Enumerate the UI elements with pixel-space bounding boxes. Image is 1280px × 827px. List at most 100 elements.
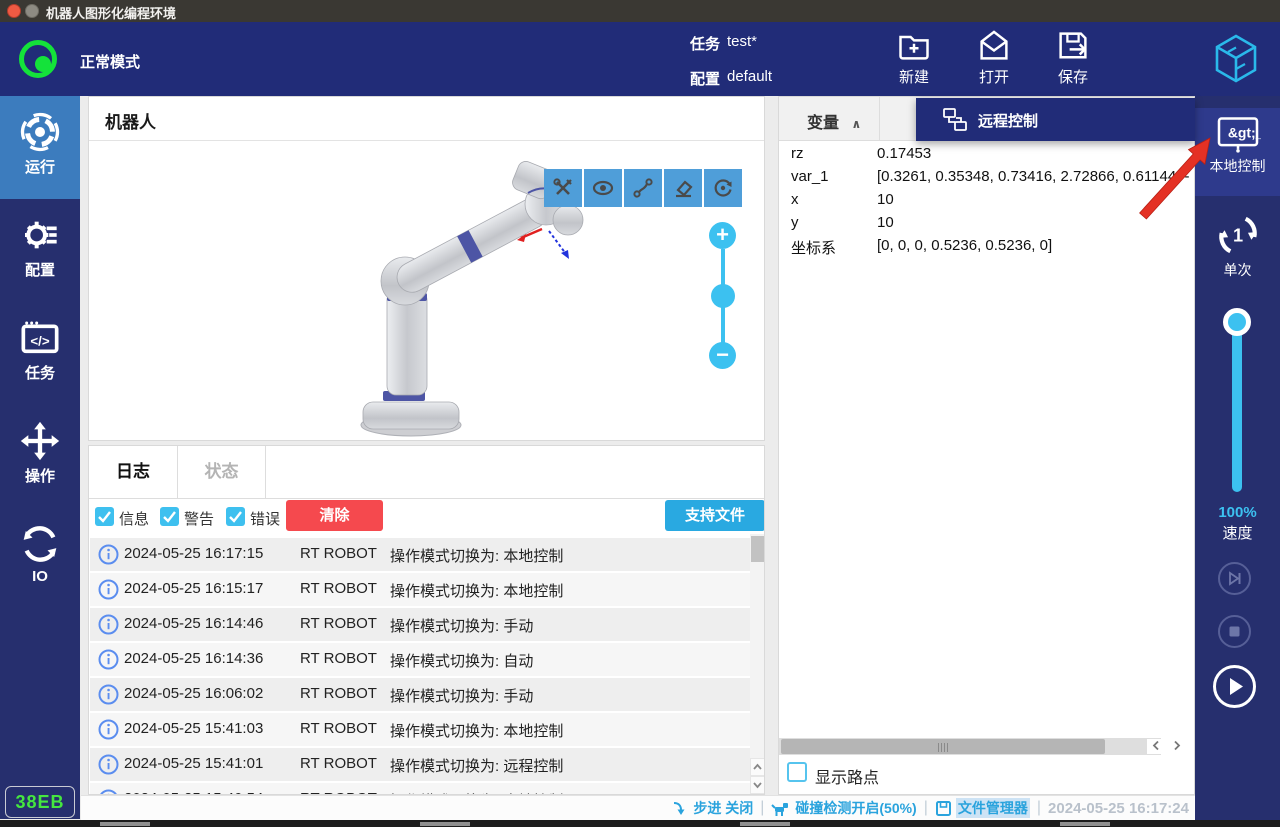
single-run-label: 单次 bbox=[1195, 260, 1280, 280]
tab-status[interactable]: 状态 bbox=[178, 446, 266, 498]
view-visibility-button[interactable] bbox=[584, 169, 622, 207]
clear-log-button[interactable]: 清除 bbox=[286, 500, 383, 531]
svg-text:</>: </> bbox=[30, 334, 49, 349]
log-message: 操作模式切换为: 本地控制 bbox=[390, 545, 563, 566]
play-icon bbox=[1216, 668, 1253, 705]
variables-header-label: 变量 ∧ bbox=[807, 109, 861, 133]
hscroll-left-button[interactable] bbox=[1147, 739, 1165, 754]
support-file-button[interactable]: 支持文件 bbox=[665, 500, 765, 531]
log-time: 2024-05-25 16:15:17 bbox=[124, 580, 263, 597]
sidebar-item-label: 操作 bbox=[0, 465, 80, 486]
variable-value: [0, 0, 0, 0.5236, 0.5236, 0] bbox=[877, 237, 1190, 254]
view-erase-button[interactable] bbox=[664, 169, 702, 207]
filter-info-checkbox[interactable] bbox=[95, 507, 114, 526]
speed-slider-track[interactable] bbox=[1232, 322, 1242, 492]
edge-segment bbox=[1060, 822, 1110, 826]
variable-name: 坐标系 bbox=[791, 237, 836, 258]
log-row[interactable]: 2024-05-25 16:14:46 RT ROBOT 操作模式切换为: 手动 bbox=[90, 608, 750, 641]
view-reset-rotation-button[interactable] bbox=[704, 169, 742, 207]
sidebar-item-task[interactable]: </> 任务 bbox=[0, 302, 80, 405]
sidebar-item-io[interactable]: IO bbox=[0, 508, 80, 611]
log-scrollbar-thumb[interactable] bbox=[751, 536, 764, 562]
info-icon bbox=[98, 614, 119, 635]
robot-id-badge[interactable]: 38EB bbox=[5, 786, 75, 818]
log-time: 2024-05-25 16:14:46 bbox=[124, 615, 263, 632]
tab-log[interactable]: 日志 bbox=[89, 446, 178, 498]
io-swap-icon bbox=[20, 524, 60, 564]
step-mode-label: 步进 关闭 bbox=[693, 798, 753, 818]
new-button[interactable]: 新建 bbox=[877, 28, 951, 90]
filter-info-label: 信息 bbox=[119, 508, 149, 529]
separator: | bbox=[1037, 799, 1041, 817]
sidebar-item-run[interactable]: 运行 bbox=[0, 96, 80, 199]
log-row[interactable]: 2024-05-25 16:17:15 RT ROBOT 操作模式切换为: 本地… bbox=[90, 538, 750, 571]
svg-text:1: 1 bbox=[1232, 226, 1242, 246]
log-row[interactable]: 2024-05-25 16:14:36 RT ROBOT 操作模式切换为: 自动 bbox=[90, 643, 750, 676]
log-scrollbar[interactable] bbox=[750, 534, 765, 795]
sidebar-item-config[interactable]: 配置 bbox=[0, 199, 80, 302]
log-panel: 日志 状态 信息 警告 错误 清除 支持文件 2024-05-25 16:17:… bbox=[88, 445, 765, 795]
zoom-slider-handle[interactable] bbox=[711, 284, 735, 308]
log-time: 2024-05-25 15:41:01 bbox=[124, 755, 263, 772]
robot-panel-title: 机器人 bbox=[105, 108, 156, 133]
chevron-left-icon bbox=[1150, 739, 1162, 752]
edge-segment bbox=[420, 822, 470, 826]
filter-error-checkbox[interactable] bbox=[226, 507, 245, 526]
stop-button[interactable] bbox=[1218, 615, 1251, 648]
close-icon[interactable] bbox=[7, 4, 21, 18]
variables-title: 变量 bbox=[807, 115, 839, 132]
view-tools-button[interactable] bbox=[544, 169, 582, 207]
filter-warning-checkbox[interactable] bbox=[160, 507, 179, 526]
eye-icon bbox=[592, 177, 614, 199]
play-button[interactable] bbox=[1213, 665, 1256, 708]
log-row[interactable]: 2024-05-25 15:41:01 RT ROBOT 操作模式切换为: 远程… bbox=[90, 748, 750, 781]
log-row[interactable]: 2024-05-25 15:41:03 RT ROBOT 操作模式切换为: 本地… bbox=[90, 713, 750, 746]
os-titlebar: 机器人图形化编程环境 bbox=[0, 0, 1280, 22]
log-scroll-down-button[interactable] bbox=[750, 776, 765, 794]
minimize-icon[interactable] bbox=[25, 4, 39, 18]
status-bar: 步进 关闭 | 碰撞检测开启(50%) | 文件管理器 | 2024-05-25… bbox=[81, 795, 1195, 820]
stop-icon bbox=[1220, 617, 1249, 646]
filter-warning-label: 警告 bbox=[184, 508, 214, 529]
open-icon bbox=[976, 28, 1012, 64]
window-title: 机器人图形化编程环境 bbox=[46, 3, 176, 22]
log-message: 操作模式切换为: 本地控制 bbox=[390, 580, 563, 601]
speed-slider-handle[interactable] bbox=[1223, 308, 1251, 336]
zoom-in-button[interactable]: + bbox=[709, 222, 736, 249]
log-message: 操作模式切换为: 手动 bbox=[390, 685, 533, 706]
variable-name: rz bbox=[791, 145, 804, 162]
save-button-label: 保存 bbox=[1036, 66, 1110, 87]
open-button[interactable]: 打开 bbox=[957, 28, 1031, 90]
zoom-out-button[interactable]: − bbox=[709, 342, 736, 369]
log-scroll-up-button[interactable] bbox=[750, 758, 765, 776]
log-row[interactable]: 2024-05-25 16:06:02 RT ROBOT 操作模式切换为: 手动 bbox=[90, 678, 750, 711]
hscroll-right-button[interactable] bbox=[1168, 739, 1186, 754]
step-mode-status[interactable]: 步进 关闭 bbox=[672, 798, 753, 818]
mode-status-icon bbox=[19, 40, 57, 78]
remote-control-icon bbox=[942, 107, 968, 133]
info-icon bbox=[98, 649, 119, 670]
log-row[interactable]: 2024-05-25 15:40:54 RT ROBOT 操作模式切换为: 本地… bbox=[90, 783, 750, 795]
variables-hscrollbar-thumb[interactable] bbox=[781, 739, 1105, 754]
sidebar-item-operate[interactable]: 操作 bbox=[0, 405, 80, 508]
log-row[interactable]: 2024-05-25 16:15:17 RT ROBOT 操作模式切换为: 本地… bbox=[90, 573, 750, 606]
info-icon bbox=[98, 544, 119, 565]
step-button[interactable] bbox=[1218, 562, 1251, 595]
check-icon bbox=[226, 507, 245, 526]
collapse-caret-icon[interactable]: ∧ bbox=[851, 117, 861, 131]
view-path-button[interactable] bbox=[624, 169, 662, 207]
menu-item-remote-control[interactable]: 远程控制 bbox=[978, 110, 1038, 131]
save-icon bbox=[1055, 28, 1091, 64]
variable-row: 坐标系 [0, 0, 0, 0.5236, 0.5236, 0] bbox=[779, 237, 1194, 260]
show-waypoints-label: 显示路点 bbox=[815, 764, 879, 788]
app-header: 正常模式 任务 test* 配置 default 新建 打开 保存 bbox=[0, 22, 1280, 96]
sidebar-item-label: 配置 bbox=[0, 259, 80, 280]
save-button[interactable]: 保存 bbox=[1036, 28, 1110, 90]
collision-detect-label: 碰撞检测开启(50%) bbox=[795, 798, 916, 818]
file-manager-button[interactable]: 文件管理器 bbox=[935, 798, 1030, 818]
check-icon bbox=[160, 507, 179, 526]
collision-detect-status[interactable]: 碰撞检测开启(50%) bbox=[771, 798, 916, 818]
log-source: RT ROBOT bbox=[300, 755, 377, 772]
show-waypoints-checkbox[interactable] bbox=[787, 762, 807, 782]
step-forward-icon bbox=[1220, 564, 1249, 593]
